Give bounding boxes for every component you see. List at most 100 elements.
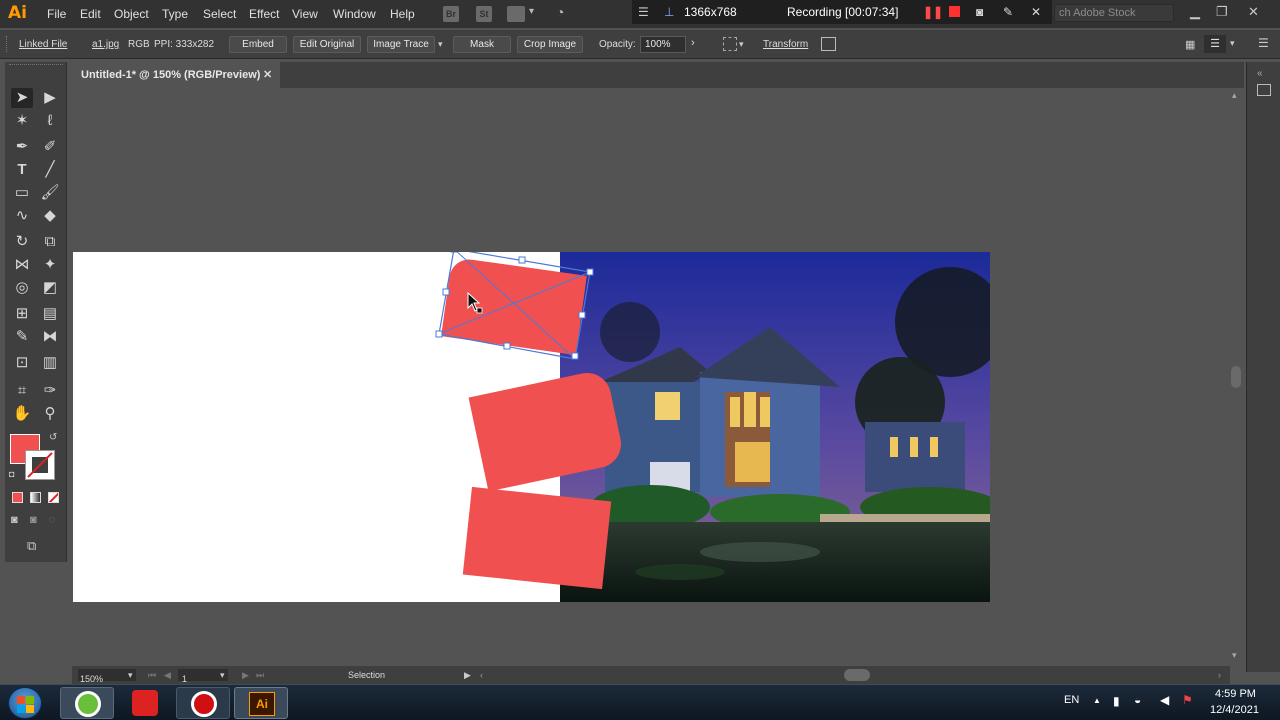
- menu-help[interactable]: Help: [390, 7, 415, 21]
- image-trace-dropdown-icon[interactable]: ▾: [438, 39, 443, 50]
- draw-behind-icon[interactable]: ◙: [30, 514, 37, 526]
- panel-menu-icon[interactable]: ☰: [1204, 35, 1226, 53]
- menu-type[interactable]: Type: [162, 7, 188, 21]
- vertical-scrollbar[interactable]: ▴ ▾: [1229, 88, 1243, 664]
- puppet-warp-tool-icon[interactable]: ✦: [39, 255, 61, 275]
- taskbar-app-illustrator[interactable]: Ai: [234, 687, 288, 719]
- chevron-down-icon[interactable]: ▾: [529, 6, 534, 17]
- blend-tool-icon[interactable]: ⧓: [39, 327, 61, 347]
- taskbar-app-recorder[interactable]: [176, 687, 230, 719]
- menu-effect[interactable]: Effect: [249, 7, 279, 21]
- tab-close-icon[interactable]: ✕: [263, 68, 272, 81]
- shaper-tool-icon[interactable]: ∿: [11, 206, 33, 226]
- document-tab[interactable]: Untitled-1* @ 150% (RGB/Preview) ✕: [72, 62, 280, 88]
- grip-icon[interactable]: [6, 36, 9, 52]
- mask-button[interactable]: Mask: [453, 36, 511, 53]
- artboard-dropdown-icon[interactable]: ▾: [220, 670, 225, 681]
- transform-link[interactable]: Transform: [763, 39, 808, 50]
- slice-tool-icon[interactable]: ✑: [39, 381, 61, 401]
- isolate-icon[interactable]: [821, 37, 836, 51]
- zoom-dropdown-icon[interactable]: ▾: [128, 670, 133, 681]
- scroll-up-icon[interactable]: ▴: [1232, 90, 1237, 101]
- action-center-icon[interactable]: ⚑: [1182, 693, 1193, 707]
- draw-inside-icon[interactable]: ◌: [49, 514, 56, 526]
- br-icon[interactable]: Br: [443, 6, 459, 22]
- draw-normal-icon[interactable]: ◙: [11, 514, 18, 526]
- taskbar-app-green[interactable]: [60, 687, 114, 719]
- clock-date[interactable]: 12/4/2021: [1210, 704, 1259, 716]
- opacity-arrow-icon[interactable]: ›: [691, 37, 695, 49]
- prev-artboard-icon[interactable]: ◀: [164, 670, 171, 681]
- scroll-down-icon[interactable]: ▾: [1232, 650, 1237, 661]
- scroll-left-icon[interactable]: ‹: [480, 670, 483, 680]
- minimize-icon[interactable]: ▁: [1190, 4, 1200, 20]
- show-hidden-icons-icon[interactable]: ▲: [1093, 696, 1101, 705]
- first-artboard-icon[interactable]: ⏮: [148, 670, 156, 681]
- vertical-scroll-thumb[interactable]: [1231, 366, 1241, 388]
- workspace-icon[interactable]: [507, 6, 525, 22]
- red-rectangle-shape[interactable]: [462, 486, 612, 590]
- artboard[interactable]: [73, 252, 990, 602]
- network-icon[interactable]: ◒: [1134, 693, 1141, 707]
- status-menu-icon[interactable]: ▶: [464, 670, 471, 681]
- hand-tool-icon[interactable]: ✋: [11, 404, 33, 424]
- taskbar-app-garena[interactable]: [118, 687, 172, 719]
- selection-tool-icon[interactable]: ➤: [11, 88, 33, 108]
- crop-image-button[interactable]: Crop Image: [517, 36, 583, 53]
- arrange-icon[interactable]: ▦: [1185, 38, 1195, 51]
- shape-builder-tool-icon[interactable]: ◎: [11, 278, 33, 298]
- camera-icon[interactable]: ◙: [976, 5, 983, 19]
- start-button[interactable]: [8, 687, 42, 719]
- clock-time[interactable]: 4:59 PM: [1215, 688, 1256, 700]
- align-icon[interactable]: [723, 37, 737, 51]
- st-icon[interactable]: St: [476, 6, 492, 22]
- curvature-tool-icon[interactable]: ✐: [39, 137, 61, 157]
- column-graph-tool-icon[interactable]: ▥: [39, 353, 61, 373]
- pause-icon[interactable]: ❚❚: [923, 5, 943, 19]
- image-trace-button[interactable]: Image Trace: [367, 36, 435, 53]
- pen-tool-icon[interactable]: ✒: [11, 137, 33, 157]
- line-tool-icon[interactable]: ╱: [39, 160, 61, 180]
- menu-file[interactable]: File: [47, 7, 66, 21]
- menu-window[interactable]: Window: [333, 7, 376, 21]
- selection-bounding-box[interactable]: [433, 252, 603, 362]
- gpu-icon[interactable]: ◔: [556, 4, 564, 20]
- zoom-tool-icon[interactable]: ⚲: [39, 404, 61, 424]
- stroke-color-swatch[interactable]: [25, 450, 55, 480]
- eyedropper-tool-icon[interactable]: ✎: [11, 327, 33, 347]
- menu-edit[interactable]: Edit: [80, 7, 101, 21]
- magic-wand-tool-icon[interactable]: ✶: [11, 111, 33, 131]
- menu-icon[interactable]: ☰: [638, 5, 649, 19]
- file-name-link[interactable]: a1.jpg: [92, 39, 119, 50]
- pin-icon[interactable]: ⊥: [664, 5, 674, 19]
- toolbar-grip-icon[interactable]: [9, 64, 63, 68]
- panel-icon[interactable]: [1257, 84, 1271, 96]
- mesh-tool-icon[interactable]: ⊞: [11, 304, 33, 324]
- embed-button[interactable]: Embed: [229, 36, 287, 53]
- pen-icon[interactable]: ✎: [1003, 5, 1013, 19]
- width-tool-icon[interactable]: ⋈: [11, 255, 33, 275]
- rotate-tool-icon[interactable]: ↻: [11, 232, 33, 252]
- eraser-tool-icon[interactable]: ◆: [39, 206, 61, 226]
- linked-file-link[interactable]: Linked File: [19, 39, 67, 50]
- color-mode-icon[interactable]: [12, 492, 23, 503]
- paintbrush-tool-icon[interactable]: 🖌: [39, 183, 61, 203]
- swap-colors-icon[interactable]: ↺: [49, 432, 57, 443]
- volume-icon[interactable]: ◀: [1160, 693, 1169, 707]
- none-mode-icon[interactable]: [48, 492, 59, 503]
- scroll-right-icon[interactable]: ›: [1218, 670, 1221, 680]
- more-options-icon[interactable]: ☰: [1258, 36, 1269, 50]
- last-artboard-icon[interactable]: ⏭: [256, 670, 264, 681]
- close-icon[interactable]: ✕: [1031, 5, 1041, 19]
- collapse-panels-icon[interactable]: «: [1257, 68, 1263, 79]
- stop-icon[interactable]: [949, 6, 960, 17]
- screen-mode-icon[interactable]: ⧉: [27, 538, 36, 554]
- symbol-sprayer-tool-icon[interactable]: ⊡: [11, 353, 33, 373]
- horizontal-scroll-thumb[interactable]: [844, 669, 870, 681]
- lasso-tool-icon[interactable]: ℓ: [39, 111, 61, 131]
- artboard-tool-icon[interactable]: ⌗: [11, 381, 33, 401]
- default-colors-icon[interactable]: ◘: [9, 469, 14, 479]
- window-close-icon[interactable]: ✕: [1248, 4, 1259, 20]
- panel-dropdown-icon[interactable]: ▾: [1230, 38, 1235, 49]
- align-dropdown-icon[interactable]: ▾: [739, 39, 744, 50]
